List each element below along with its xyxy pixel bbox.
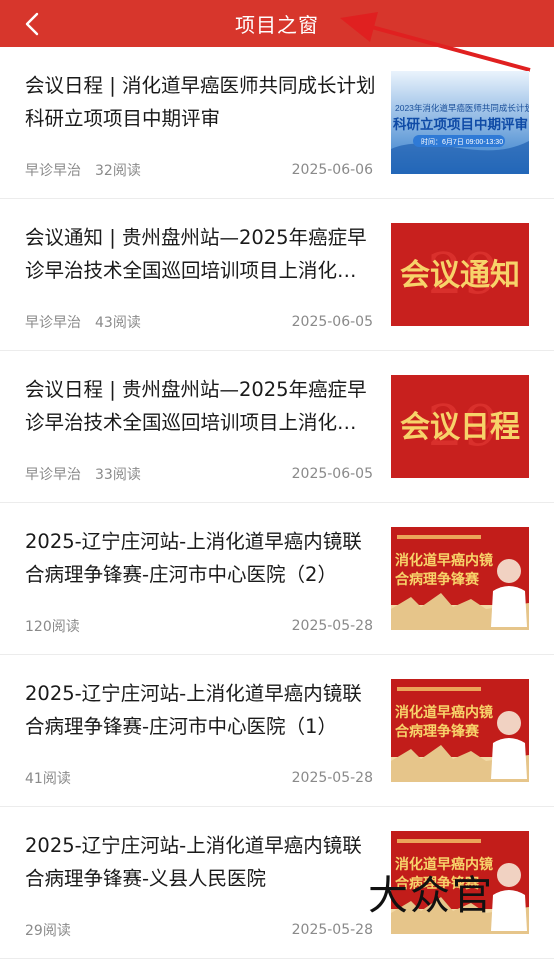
article-meta: 120阅读 2025-05-28	[25, 616, 373, 636]
svg-text:消化道早癌内镜: 消化道早癌内镜	[395, 704, 493, 721]
watermark-logo: 大众官	[368, 873, 494, 919]
article-read-count: 33阅读	[95, 467, 141, 483]
article-item[interactable]: 2025-辽宁庄河站-上消化道早癌内镜联合病理争锋赛-庄河市中心医院（2） 12…	[0, 503, 554, 655]
article-read-count: 29阅读	[25, 923, 71, 939]
article-date: 2025-06-05	[291, 314, 373, 330]
article-source: 早诊早治	[25, 467, 81, 483]
article-item[interactable]: 会议日程 | 贵州盘州站—2025年癌症早诊早治技术全国巡回培训项目上消化… 早…	[0, 351, 554, 503]
article-meta: 41阅读 2025-05-28	[25, 768, 373, 788]
svg-text:时间：6月7日 09:00-13:30: 时间：6月7日 09:00-13:30	[421, 137, 503, 146]
article-date: 2025-06-05	[291, 466, 373, 482]
article-date: 2025-05-28	[291, 618, 373, 634]
svg-text:会议日程: 会议日程	[400, 410, 520, 445]
svg-text:2023年消化道早癌医师共同成长计划: 2023年消化道早癌医师共同成长计划	[395, 103, 529, 113]
article-source: 早诊早治	[25, 315, 81, 331]
svg-text:科研立项项目中期评审: 科研立项项目中期评审	[393, 116, 528, 132]
svg-text:合病理争锋赛: 合病理争锋赛	[395, 723, 480, 740]
article-title[interactable]: 会议日程 | 贵州盘州站—2025年癌症早诊早治技术全国巡回培训项目上消化…	[25, 373, 377, 439]
article-read-count: 32阅读	[95, 163, 141, 179]
article-meta: 早诊早治 32阅读 2025-06-06	[25, 160, 373, 180]
article-item[interactable]: 会议通知 | 贵州盘州站—2025年癌症早诊早治技术全国巡回培训项目上消化… 早…	[0, 199, 554, 351]
article-date: 2025-06-06	[291, 162, 373, 178]
article-list: 会议日程 | 消化道早癌医师共同成长计划科研立项项目中期评审 早诊早治 32阅读…	[0, 47, 554, 959]
article-title[interactable]: 2025-辽宁庄河站-上消化道早癌内镜联合病理争锋赛-庄河市中心医院（2）	[25, 525, 377, 591]
article-read-count: 43阅读	[95, 315, 141, 331]
article-title[interactable]: 2025-辽宁庄河站-上消化道早癌内镜联合病理争锋赛-庄河市中心医院（1）	[25, 677, 377, 743]
article-thumbnail[interactable]: 29 会议通知	[391, 223, 529, 326]
article-title[interactable]: 会议日程 | 消化道早癌医师共同成长计划科研立项项目中期评审	[25, 69, 377, 135]
article-meta: 早诊早治 43阅读 2025-06-05	[25, 312, 373, 332]
svg-text:消化道早癌内镜: 消化道早癌内镜	[395, 552, 493, 569]
article-date: 2025-05-28	[291, 922, 373, 938]
article-source: 早诊早治	[25, 163, 81, 179]
article-title[interactable]: 2025-辽宁庄河站-上消化道早癌内镜联合病理争锋赛-义县人民医院	[25, 829, 377, 895]
article-title[interactable]: 会议通知 | 贵州盘州站—2025年癌症早诊早治技术全国巡回培训项目上消化…	[25, 221, 377, 287]
article-meta: 29阅读 2025-05-28	[25, 920, 373, 940]
svg-text:会议通知: 会议通知	[400, 258, 520, 293]
article-thumbnail[interactable]: 2023年消化道早癌医师共同成长计划 科研立项项目中期评审 时间：6月7日 09…	[391, 71, 529, 174]
article-read-count: 41阅读	[25, 771, 71, 787]
article-thumbnail[interactable]: 消化道早癌内镜 合病理争锋赛	[391, 679, 529, 782]
article-meta: 早诊早治 33阅读 2025-06-05	[25, 464, 373, 484]
article-item[interactable]: 会议日程 | 消化道早癌医师共同成长计划科研立项项目中期评审 早诊早治 32阅读…	[0, 47, 554, 199]
article-thumbnail[interactable]: 消化道早癌内镜 合病理争锋赛	[391, 527, 529, 630]
svg-text:合病理争锋赛: 合病理争锋赛	[395, 571, 480, 588]
article-thumbnail[interactable]: 29 会议日程	[391, 375, 529, 478]
article-date: 2025-05-28	[291, 770, 373, 786]
article-item[interactable]: 2025-辽宁庄河站-上消化道早癌内镜联合病理争锋赛-庄河市中心医院（1） 41…	[0, 655, 554, 807]
article-read-count: 120阅读	[25, 619, 80, 635]
